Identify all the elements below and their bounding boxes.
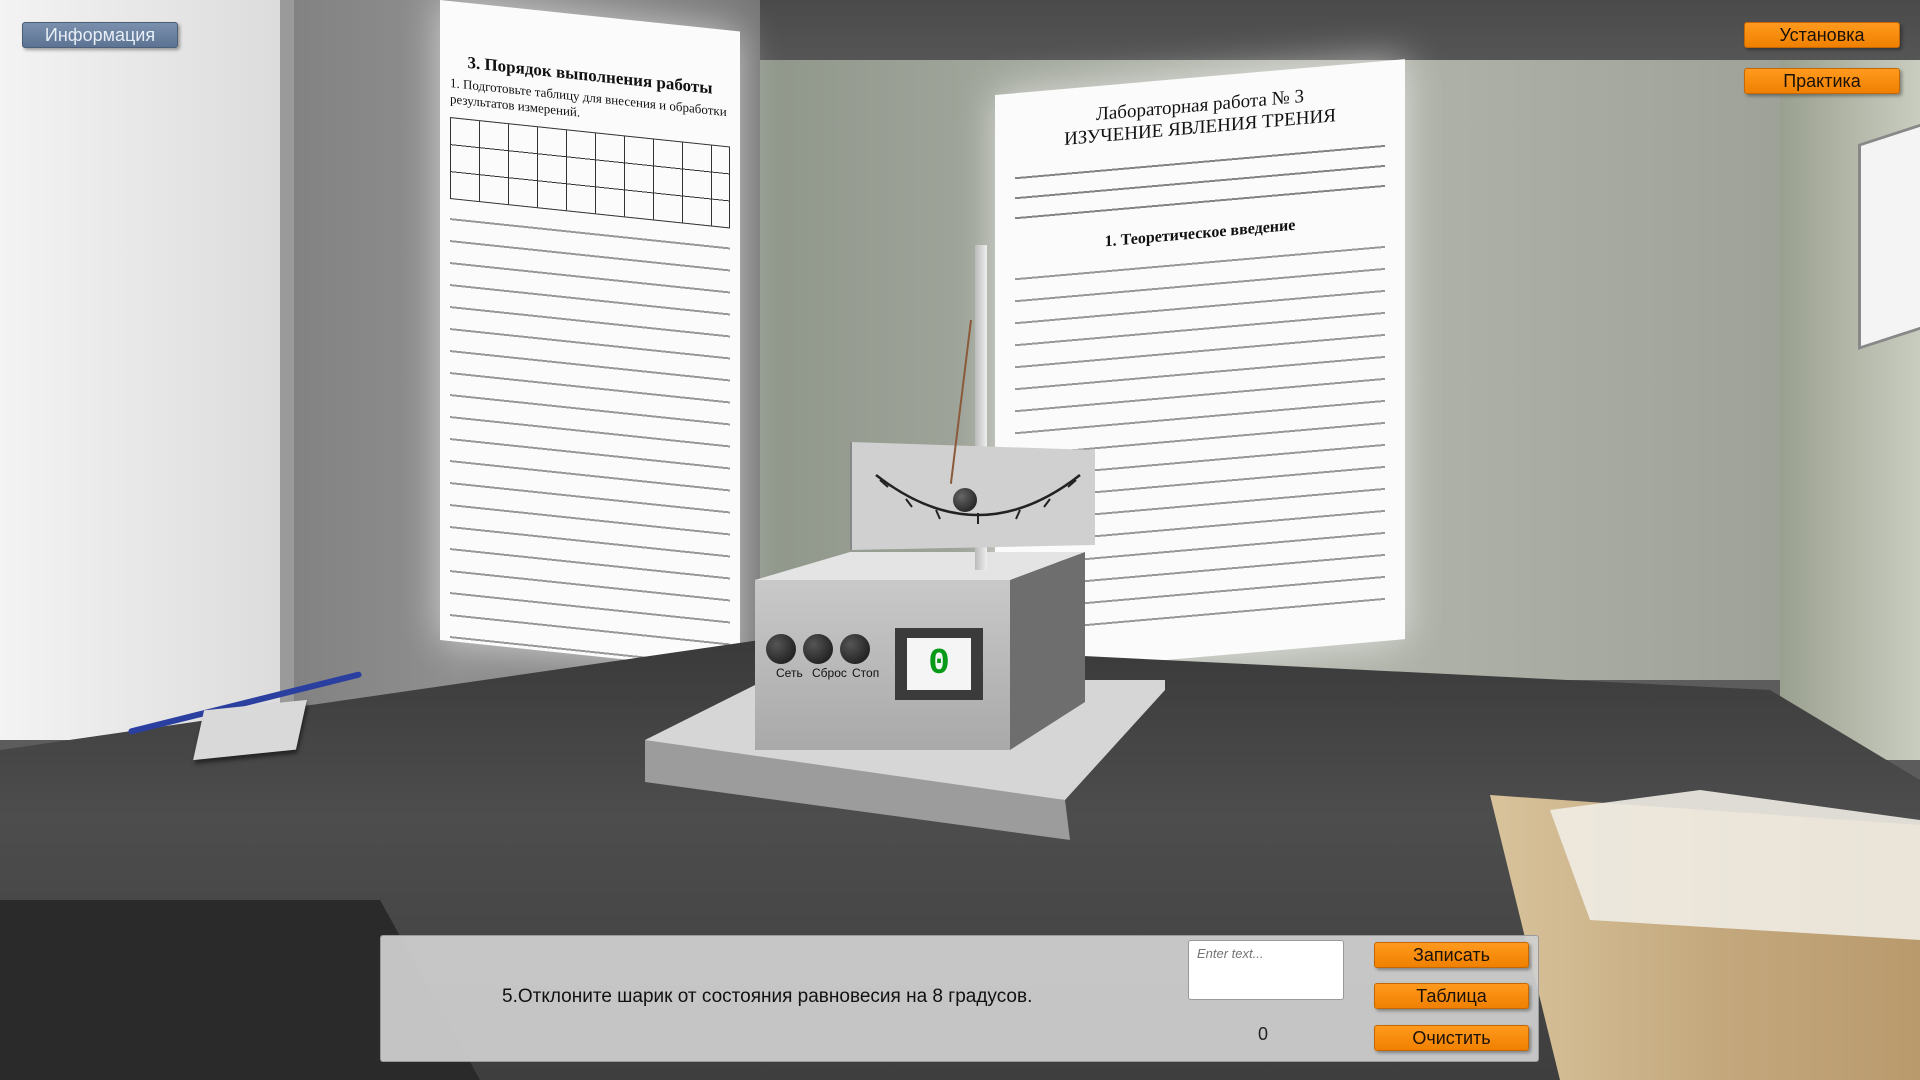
answer-input[interactable] <box>1188 940 1344 1000</box>
stop-knob-label: Стоп <box>852 666 880 680</box>
table-button[interactable]: Таблица <box>1374 983 1529 1009</box>
power-knob-label: Сеть <box>776 666 803 680</box>
reset-knob[interactable] <box>803 634 833 664</box>
pendulum-ball[interactable] <box>953 488 977 512</box>
procedure-poster: 3. Порядок выполнения работы 1. Подготов… <box>440 0 740 672</box>
power-knob[interactable] <box>766 634 796 664</box>
practice-button[interactable]: Практика <box>1744 68 1900 94</box>
stop-knob[interactable] <box>840 634 870 664</box>
counter-display: 0 <box>907 638 971 690</box>
lab-scene: 3. Порядок выполнения работы 1. Подготов… <box>0 0 1920 1080</box>
procedure-poster-body <box>450 209 730 669</box>
counter-value: 0 <box>1258 1024 1269 1044</box>
record-button[interactable]: Записать <box>1374 942 1529 968</box>
side-poster <box>1858 116 1920 350</box>
reset-knob-label: Сброс <box>812 666 847 680</box>
setup-button[interactable]: Установка <box>1744 22 1900 48</box>
window <box>0 0 294 740</box>
instruction-text: 5.Отклоните шарик от состояния равновеси… <box>502 986 1033 1007</box>
angle-scale <box>875 474 1081 524</box>
info-button[interactable]: Информация <box>22 22 178 48</box>
clear-button[interactable]: Очистить <box>1374 1025 1529 1051</box>
